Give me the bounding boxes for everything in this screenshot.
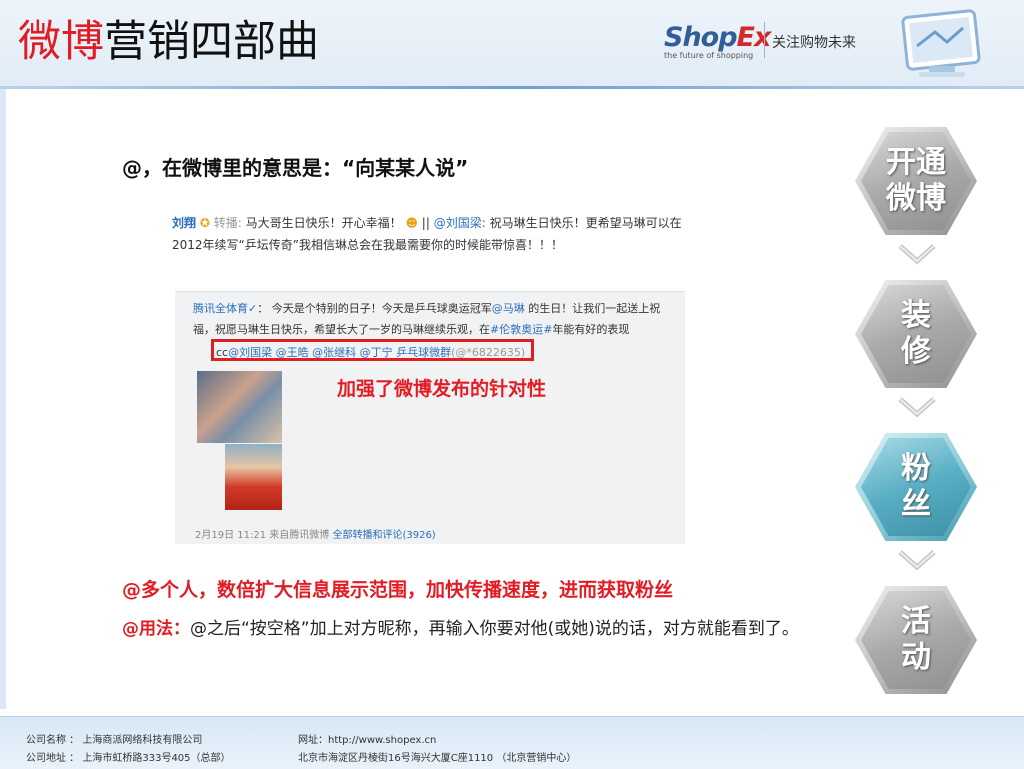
highlight-box bbox=[211, 339, 534, 361]
step-1-line2: 微博 bbox=[886, 181, 946, 216]
title-red: 微博 bbox=[18, 17, 104, 67]
repost-text-3: 年能有好的表现 bbox=[552, 323, 630, 336]
header-divider bbox=[0, 86, 1024, 89]
verified-icon: ✓ bbox=[248, 302, 258, 315]
slogan: 关注购物未来 bbox=[772, 35, 856, 51]
left-decor-band bbox=[0, 89, 6, 709]
step-4-line2: 动 bbox=[901, 640, 931, 675]
usage-text: @用法：@之后“按空格”加上对方昵称，再输入你要对他(或她)说的话，对方就能看到… bbox=[122, 618, 802, 641]
step-hex-2[interactable]: 装修 bbox=[855, 280, 977, 388]
chevron-down-icon bbox=[898, 244, 936, 265]
repost-author[interactable]: 腾讯全体育 bbox=[193, 302, 248, 315]
repost-text-1: 今天是个特别的日子！今天是乒乓球奥运冠军 bbox=[271, 302, 492, 315]
repost-topic[interactable]: #伦敦奥运# bbox=[490, 323, 552, 336]
step-3-line2: 丝 bbox=[901, 487, 931, 522]
logo-brand-a: Shop bbox=[664, 22, 738, 53]
post-author[interactable]: 刘翔 bbox=[172, 216, 196, 230]
step-hex-1[interactable]: 开通 微博 bbox=[855, 127, 977, 235]
step-hex-4[interactable]: 活动 bbox=[855, 586, 977, 694]
footer-website[interactable]: 网址：http://www.shopex.cn bbox=[298, 731, 436, 746]
post-text-1: 马大哥生日快乐！开心幸福！ bbox=[245, 216, 402, 230]
slide-title: 微博营销四部曲 bbox=[18, 14, 319, 70]
post-mention[interactable]: @刘国梁: bbox=[434, 216, 486, 230]
usage-label: @用法： bbox=[122, 619, 190, 639]
verified-icon: ✪ bbox=[199, 216, 210, 230]
step-1-line1: 开通 bbox=[886, 145, 946, 180]
step-3-line1: 粉 bbox=[901, 451, 931, 486]
post-photo-1[interactable] bbox=[197, 371, 282, 443]
meta-time: 2月19日 11:21 来自腾讯微博 bbox=[195, 530, 330, 541]
logo-brand-b: Ex bbox=[736, 22, 772, 53]
monitor-icon bbox=[901, 9, 981, 77]
smiley-icon: ☻ bbox=[405, 216, 418, 230]
post-photo-2[interactable] bbox=[225, 444, 282, 510]
usage-body: @之后“按空格”加上对方昵称，再输入你要对他(或她)说的话，对方就能看到了。 bbox=[190, 619, 799, 639]
repost-text: 腾讯全体育✓： 今天是个特别的日子！今天是乒乓球奥运冠军@马琳 的生日！让我们一… bbox=[193, 302, 661, 336]
footer-company: 公司名称 ： 上海商派网络科技有限公司 bbox=[26, 735, 203, 746]
post-meta: 2月19日 11:21 来自腾讯微博 全部转播和评论(3926) bbox=[195, 526, 436, 541]
footer-beijing: 北京市海淀区丹棱街16号海兴大厦C座1110 （北京营销中心） bbox=[298, 753, 577, 764]
title-black: 营销四部曲 bbox=[104, 17, 319, 67]
meta-link[interactable]: 全部转播和评论(3926) bbox=[332, 530, 435, 541]
footer-address: 公司地址 ： 上海市虹桥路333号405（总部） bbox=[26, 753, 231, 764]
repost-mention[interactable]: @马琳 bbox=[492, 302, 525, 315]
step-2-line1: 装 bbox=[901, 298, 931, 333]
content-heading: @，在微博里的意思是：“向某某人说” bbox=[122, 156, 469, 180]
shopex-logo: ShopEx the future of shopping bbox=[664, 22, 772, 60]
callout-note: 加强了微博发布的针对性 bbox=[337, 378, 547, 400]
logo-separator bbox=[764, 22, 765, 58]
chevron-down-icon bbox=[898, 550, 936, 571]
step-hex-3[interactable]: 粉丝 bbox=[855, 433, 977, 541]
key-point: @多个人，数倍扩大信息展示范围，加快传播速度，进而获取粉丝 bbox=[122, 579, 674, 601]
footer: 公司名称 ： 上海商派网络科技有限公司 公司地址 ： 上海市虹桥路333号405… bbox=[0, 716, 1024, 769]
weibo-post-text: 刘翔 ✪ 转播: 马大哥生日快乐！开心幸福！ ☻ || @刘国梁: 祝马琳生日快… bbox=[172, 216, 682, 252]
repost-word: 转播: bbox=[213, 216, 242, 230]
chevron-down-icon bbox=[898, 397, 936, 418]
step-2-line2: 修 bbox=[901, 334, 931, 369]
step-4-line1: 活 bbox=[901, 604, 931, 639]
